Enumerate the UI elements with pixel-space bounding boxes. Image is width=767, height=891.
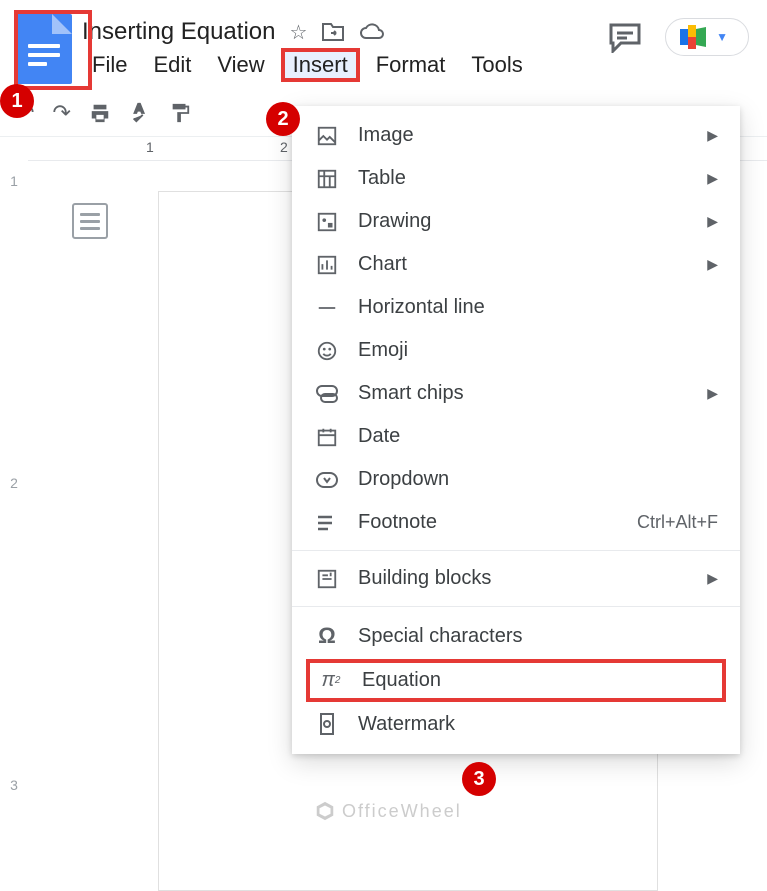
menu-item-table[interactable]: Table ▶	[292, 157, 740, 200]
move-icon[interactable]	[321, 20, 345, 45]
menu-item-chart[interactable]: Chart ▶	[292, 243, 740, 286]
horizontal-line-icon	[314, 297, 340, 319]
drawing-icon	[314, 211, 340, 233]
menu-shortcut: Ctrl+Alt+F	[637, 512, 718, 533]
annotation-callout-3: 3	[462, 762, 496, 796]
spellcheck-icon[interactable]	[129, 102, 151, 124]
omega-icon: Ω	[314, 623, 340, 649]
building-blocks-icon	[314, 568, 340, 590]
equation-icon: π2	[318, 669, 344, 692]
submenu-arrow-icon: ▶	[707, 213, 718, 230]
vruler-1: 1	[10, 173, 18, 189]
menu-item-emoji[interactable]: Emoji	[292, 329, 740, 372]
menu-item-special-characters[interactable]: Ω Special characters	[292, 613, 740, 659]
star-icon[interactable]: ☆	[289, 20, 307, 45]
menu-item-smart-chips[interactable]: Smart chips ▶	[292, 372, 740, 415]
emoji-icon	[314, 340, 340, 362]
annotation-callout-2: 2	[266, 102, 300, 136]
submenu-arrow-icon: ▶	[707, 256, 718, 273]
cloud-status-icon[interactable]	[359, 20, 385, 45]
menu-item-equation[interactable]: π2 Equation	[306, 659, 726, 702]
menu-label: Special characters	[358, 625, 718, 648]
menu-item-footnote[interactable]: Footnote Ctrl+Alt+F	[292, 501, 740, 544]
menu-item-drawing[interactable]: Drawing ▶	[292, 200, 740, 243]
menu-separator	[292, 550, 740, 551]
redo-icon[interactable]: ↷	[52, 100, 70, 126]
menu-item-dropdown[interactable]: Dropdown	[292, 458, 740, 501]
insert-menu-dropdown: Image ▶ Table ▶ Drawing ▶ Chart ▶ Horizo…	[292, 106, 740, 754]
menu-label: Dropdown	[358, 468, 718, 491]
submenu-arrow-icon: ▶	[707, 127, 718, 144]
meet-button[interactable]: ▼	[665, 18, 749, 56]
menu-file[interactable]: File	[82, 48, 137, 82]
menu-label: Horizontal line	[358, 296, 718, 319]
calendar-icon	[314, 426, 340, 448]
menu-label: Footnote	[358, 511, 619, 534]
menu-tools[interactable]: Tools	[461, 48, 532, 82]
print-icon[interactable]	[89, 102, 111, 124]
menu-item-image[interactable]: Image ▶	[292, 114, 740, 157]
dropdown-icon	[314, 471, 340, 489]
vruler-3: 3	[10, 777, 18, 793]
google-docs-icon[interactable]	[16, 14, 72, 84]
google-meet-icon	[680, 25, 708, 49]
menu-view[interactable]: View	[207, 48, 274, 82]
menu-label: Table	[358, 167, 689, 190]
vruler-2: 2	[10, 475, 18, 491]
annotation-callout-1: 1	[0, 84, 34, 118]
menu-label: Emoji	[358, 339, 718, 362]
chevron-down-icon: ▼	[716, 30, 728, 44]
submenu-arrow-icon: ▶	[707, 170, 718, 187]
menu-insert[interactable]: Insert	[281, 48, 360, 82]
menu-separator	[292, 606, 740, 607]
menu-item-date[interactable]: Date	[292, 415, 740, 458]
menu-format[interactable]: Format	[366, 48, 456, 82]
menu-item-horizontal-line[interactable]: Horizontal line	[292, 286, 740, 329]
ruler-tick-1: 1	[146, 139, 154, 155]
menu-label: Date	[358, 425, 718, 448]
menu-label: Smart chips	[358, 382, 689, 405]
menu-item-watermark[interactable]: Watermark	[292, 702, 740, 746]
footnote-icon	[314, 514, 340, 532]
ruler-tick-2: 2	[280, 139, 288, 155]
document-title[interactable]: Inserting Equation	[82, 18, 275, 46]
menu-label: Drawing	[358, 210, 689, 233]
image-icon	[314, 125, 340, 147]
chart-icon	[314, 254, 340, 276]
smart-chips-icon	[314, 384, 340, 404]
menubar: File Edit View Insert Format Tools	[82, 48, 533, 82]
paint-format-icon[interactable]	[169, 102, 191, 124]
watermark-icon	[314, 712, 340, 736]
menu-edit[interactable]: Edit	[143, 48, 201, 82]
menu-label: Building blocks	[358, 567, 689, 590]
menu-label: Image	[358, 124, 689, 147]
menu-label: Equation	[362, 669, 714, 692]
menu-label: Watermark	[358, 713, 718, 736]
vertical-ruler[interactable]: 1 2 3	[0, 161, 28, 891]
submenu-arrow-icon: ▶	[707, 570, 718, 587]
submenu-arrow-icon: ▶	[707, 385, 718, 402]
menu-label: Chart	[358, 253, 689, 276]
document-outline-icon[interactable]	[72, 203, 108, 239]
menu-item-building-blocks[interactable]: Building blocks ▶	[292, 557, 740, 600]
comments-icon[interactable]	[607, 21, 643, 53]
table-icon	[314, 168, 340, 190]
